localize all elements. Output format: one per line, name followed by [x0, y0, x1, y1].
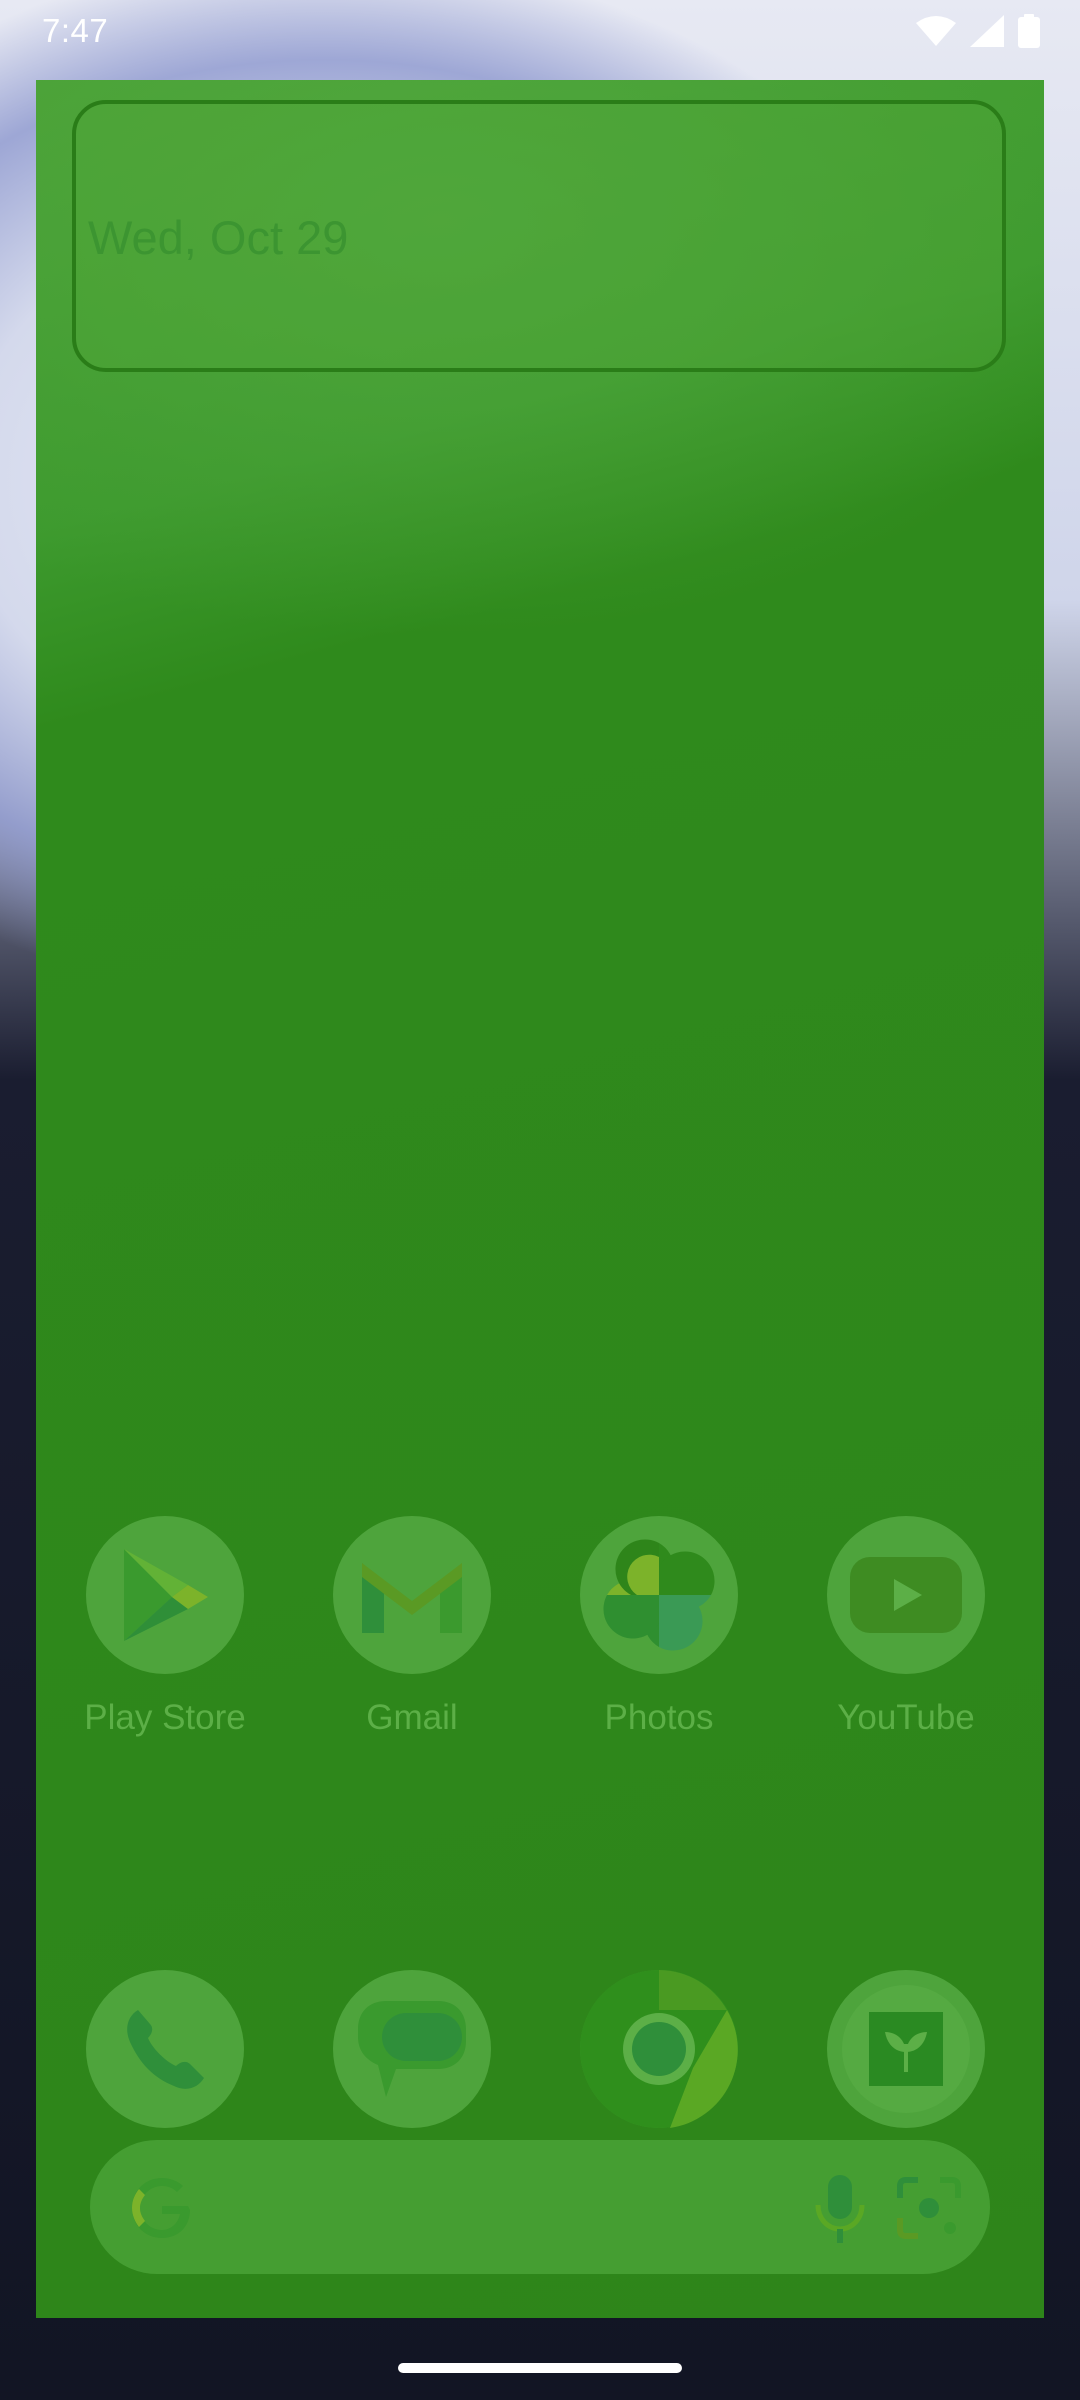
app-chrome[interactable] [549, 1970, 769, 2128]
phone-icon [86, 1970, 244, 2128]
app-label: Gmail [366, 1698, 458, 1737]
date-text: Wed, Oct 29 [88, 211, 349, 264]
cellular-signal-icon [970, 15, 1004, 47]
plant-icon-inner [842, 1985, 970, 2113]
google-g-icon [130, 2176, 194, 2245]
app-label: YouTube [837, 1698, 975, 1737]
mic-icon[interactable] [812, 2173, 868, 2250]
navigation-handle[interactable] [398, 2363, 682, 2373]
app-phone[interactable] [55, 1970, 275, 2128]
status-bar: 7:47 [0, 0, 1080, 62]
home-screen-overlay: Wed, Oct 29 Play Store Gmail Photos YouT… [36, 80, 1044, 2318]
app-gmail[interactable]: Gmail [302, 1516, 522, 1738]
status-time: 7:47 [42, 12, 109, 49]
youtube-icon [827, 1516, 985, 1674]
app-photos[interactable]: Photos [549, 1516, 769, 1738]
app-plant-icon [827, 1970, 985, 2128]
google-search-bar[interactable] [90, 2140, 990, 2274]
app-plant[interactable] [796, 1970, 1016, 2128]
app-youtube[interactable]: YouTube [796, 1516, 1016, 1738]
gmail-icon [333, 1516, 491, 1674]
app-label: Photos [604, 1698, 714, 1737]
date-widget[interactable]: Wed, Oct 29 [72, 100, 1006, 372]
app-messages[interactable] [302, 1970, 522, 2128]
messages-icon [333, 1970, 491, 2128]
chrome-icon [580, 1970, 738, 2128]
wifi-icon [916, 15, 956, 47]
app-label: Play Store [84, 1698, 246, 1737]
play-store-icon [86, 1516, 244, 1674]
app-play-store[interactable]: Play Store [55, 1516, 275, 1738]
app-row: Play Store Gmail Photos YouTube [36, 1516, 1044, 1776]
lens-icon[interactable] [896, 2176, 962, 2245]
photos-icon [580, 1516, 738, 1674]
battery-icon [1018, 14, 1040, 48]
status-icons [916, 14, 1040, 48]
